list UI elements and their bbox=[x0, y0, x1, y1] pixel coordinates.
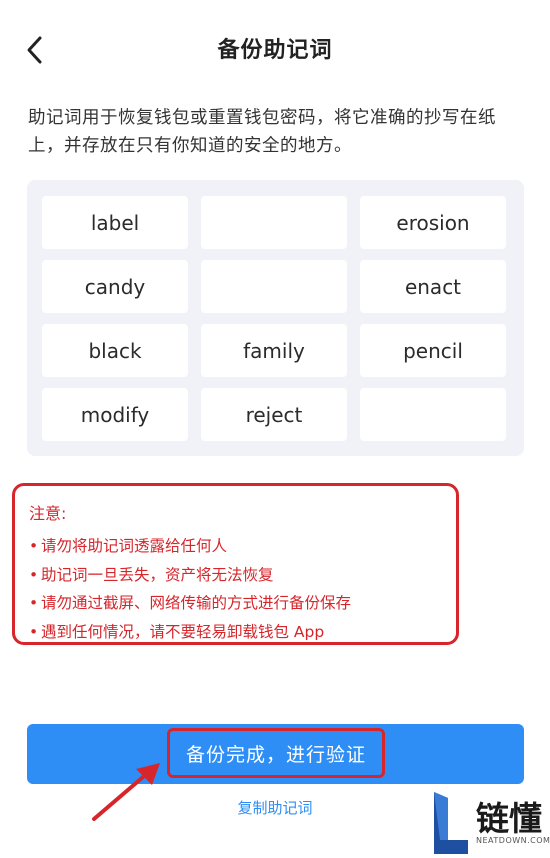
mnemonic-word: erosion bbox=[360, 196, 506, 249]
mnemonic-word: modify bbox=[42, 388, 188, 441]
page-title: 备份助记词 bbox=[217, 38, 333, 63]
notice-item: • 遇到任何情况，请不要轻易卸载钱包 App bbox=[29, 618, 351, 647]
notice-item: • 请勿将助记词透露给任何人 bbox=[29, 532, 351, 561]
L-logo-icon bbox=[434, 792, 468, 854]
bullet-icon: • bbox=[29, 565, 39, 584]
bullet-icon: • bbox=[29, 594, 39, 612]
notice-title: 注意: bbox=[29, 504, 67, 523]
notice-box: 注意: • 请勿将助记词透露给任何人 • 助记词一旦丢失，资产将无法恢复 • 请勿通过… bbox=[12, 483, 459, 645]
notice-item: • 请勿通过截屏、网络传输的方式进行备份保存 bbox=[29, 589, 351, 618]
mnemonic-word: family bbox=[201, 324, 347, 377]
mnemonic-word bbox=[201, 196, 347, 249]
watermark-subtext: NEATDOWN.COM bbox=[476, 836, 550, 845]
mnemonic-word: reject bbox=[201, 388, 347, 441]
mnemonic-word: enact bbox=[360, 260, 506, 313]
mnemonic-word: label bbox=[42, 196, 188, 249]
mnemonic-grid: label erosion candy enact black family p… bbox=[27, 180, 524, 456]
backup-verify-label: 备份完成，进行验证 bbox=[185, 743, 366, 766]
mnemonic-word: candy bbox=[42, 260, 188, 313]
annotation-highlight: 备份完成，进行验证 bbox=[167, 728, 385, 778]
description-text: 助记词用于恢复钱包或重置钱包密码，将它准确的抄写在纸上，并存放在只有你知道的安全… bbox=[28, 108, 496, 156]
mnemonic-word: pencil bbox=[360, 324, 506, 377]
nav-bar: 备份助记词 bbox=[0, 0, 550, 100]
notice-item: • 助记词一旦丢失，资产将无法恢复 bbox=[29, 561, 351, 590]
notice-list: • 请勿将助记词透露给任何人 • 助记词一旦丢失，资产将无法恢复 • 请勿通过截屏、网… bbox=[29, 532, 351, 646]
mnemonic-word bbox=[360, 388, 506, 441]
mnemonic-word: black bbox=[42, 324, 188, 377]
bullet-icon: • bbox=[29, 622, 39, 641]
watermark-text: 链懂 bbox=[476, 799, 542, 838]
bullet-icon: • bbox=[29, 537, 39, 555]
mnemonic-word bbox=[201, 260, 347, 313]
watermark: 链懂 NEATDOWN.COM bbox=[428, 788, 550, 858]
